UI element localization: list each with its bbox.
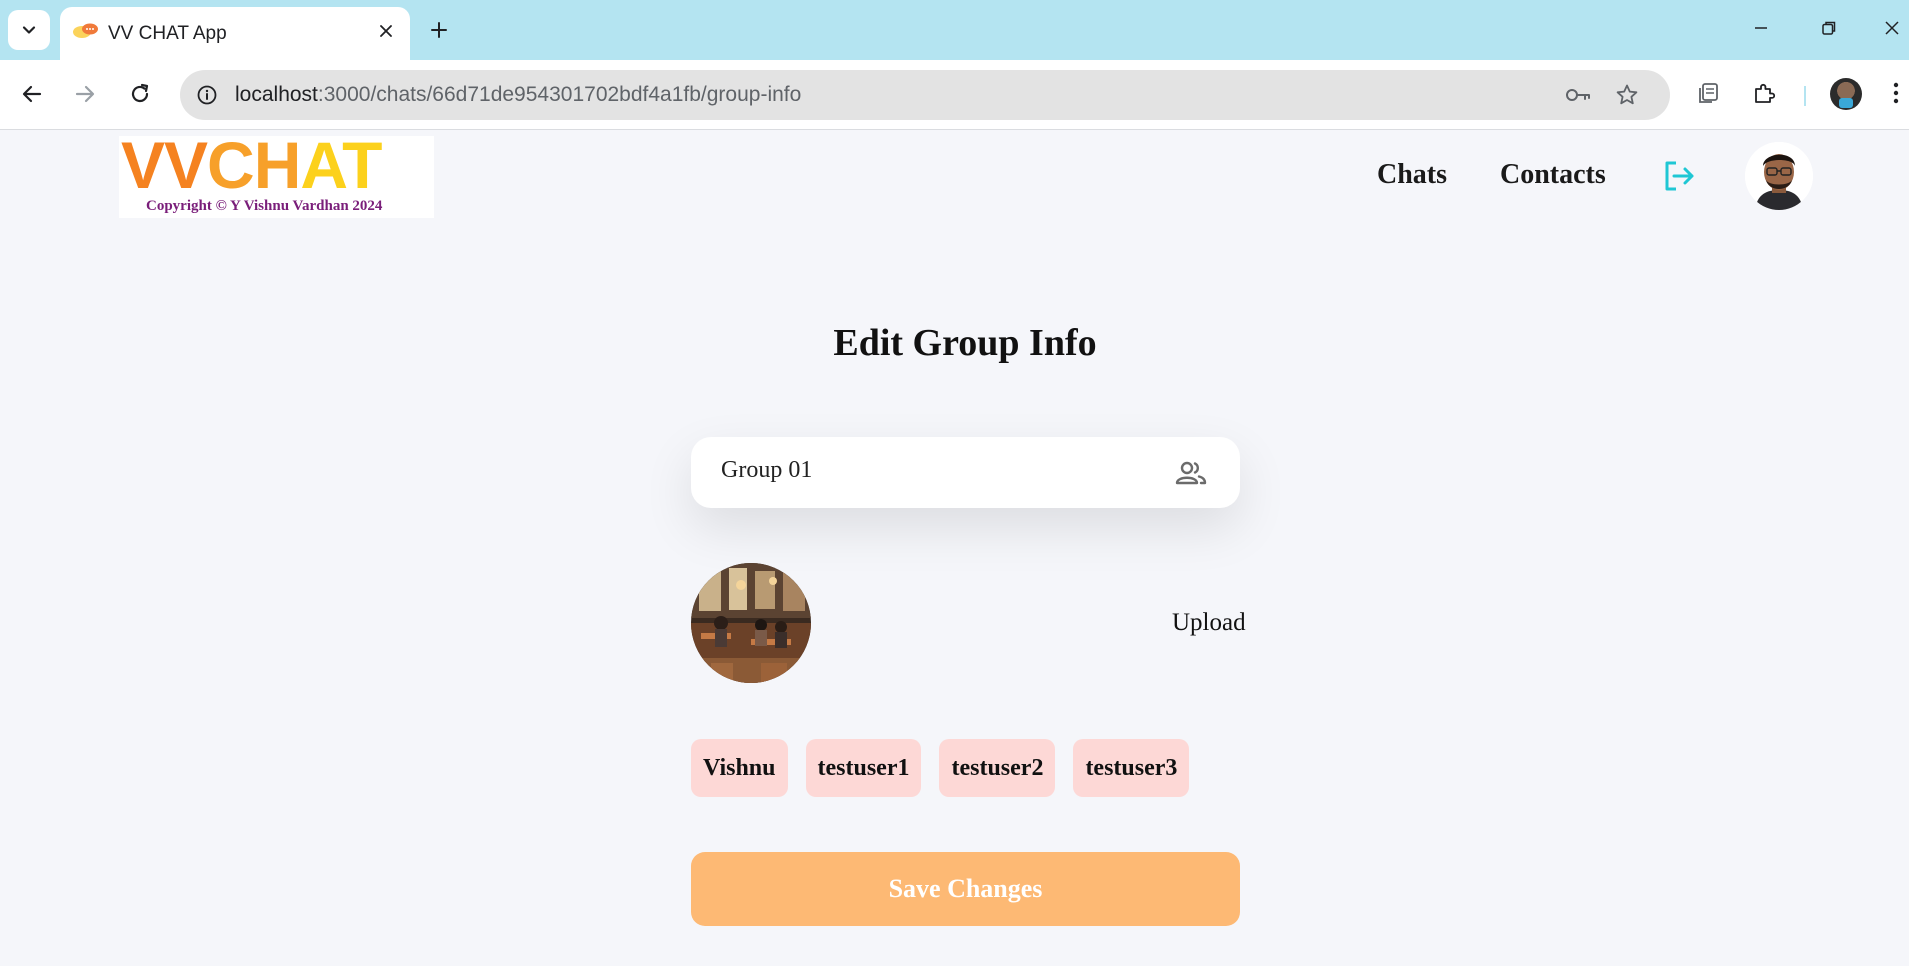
bookmark-button[interactable] xyxy=(1612,80,1642,110)
site-info-button[interactable] xyxy=(192,80,222,110)
member-chip[interactable]: Vishnu xyxy=(691,739,788,797)
browser-toolbar: localhost:3000/chats/66d71de954301702bdf… xyxy=(0,60,1909,130)
reload-icon xyxy=(131,83,149,103)
tab-search-button[interactable] xyxy=(8,10,50,50)
user-avatar[interactable] xyxy=(1745,142,1813,210)
logo-wordmark: VVCHAT xyxy=(121,128,382,202)
key-icon xyxy=(1566,89,1590,101)
logo-copyright: Copyright © Y Vishnu Vardhan 2024 xyxy=(146,198,383,214)
tab-close-button[interactable] xyxy=(372,17,400,45)
page-title: Edit Group Info xyxy=(833,322,1097,364)
browser-tab-strip: VV CHAT App xyxy=(0,0,1909,60)
toolbar-divider xyxy=(1804,86,1806,106)
url-path: :3000/chats/66d71de954301702bdf4a1fb/gro… xyxy=(317,83,802,106)
member-chip[interactable]: testuser2 xyxy=(939,739,1056,797)
close-window-icon xyxy=(1884,21,1899,35)
star-icon xyxy=(1616,84,1638,105)
browser-menu-button[interactable] xyxy=(1883,75,1909,111)
cafe-photo-icon xyxy=(691,563,811,683)
group-people-icon xyxy=(1175,461,1207,485)
upload-button[interactable]: Upload xyxy=(1172,609,1246,637)
chevron-down-icon xyxy=(22,26,36,34)
group-name-input[interactable] xyxy=(721,457,1141,484)
restore-icon xyxy=(1822,21,1836,35)
restore-button[interactable] xyxy=(1806,8,1852,48)
group-photo xyxy=(691,563,811,683)
close-icon xyxy=(380,25,392,37)
group-members-list: Vishnu testuser1 testuser2 testuser3 xyxy=(691,739,1190,797)
extensions-button[interactable] xyxy=(1746,75,1782,111)
reading-list-button[interactable] xyxy=(1690,75,1726,111)
password-key-button[interactable] xyxy=(1563,80,1593,110)
vvchat-logo[interactable]: VVCHAT Copyright © Y Vishnu Vardhan 2024 xyxy=(119,132,434,218)
browser-tab[interactable]: VV CHAT App xyxy=(60,7,410,60)
chat-bubbles-favicon-icon xyxy=(73,23,98,38)
browser-profile-avatar[interactable] xyxy=(1830,78,1862,110)
nav-contacts-link[interactable]: Contacts xyxy=(1500,159,1606,191)
save-changes-button[interactable]: Save Changes xyxy=(691,852,1240,926)
group-name-card xyxy=(691,437,1240,508)
nav-chats-link[interactable]: Chats xyxy=(1377,159,1447,191)
arrow-right-icon xyxy=(75,85,95,103)
puzzle-icon xyxy=(1755,83,1776,103)
user-photo-icon xyxy=(1745,142,1813,210)
tab-title: VV CHAT App xyxy=(108,23,227,44)
arrow-left-icon xyxy=(22,85,42,103)
back-button[interactable] xyxy=(12,74,52,114)
app-page: VVCHAT Copyright © Y Vishnu Vardhan 2024… xyxy=(0,131,1909,966)
reload-button[interactable] xyxy=(120,74,160,114)
new-tab-button[interactable] xyxy=(422,13,456,47)
minimize-icon xyxy=(1755,27,1767,29)
address-bar[interactable]: localhost:3000/chats/66d71de954301702bdf… xyxy=(180,70,1670,120)
minimize-button[interactable] xyxy=(1738,8,1784,48)
info-icon xyxy=(197,85,217,105)
forward-button[interactable] xyxy=(65,74,105,114)
url-host: localhost xyxy=(235,83,318,106)
plus-icon xyxy=(431,22,447,38)
member-chip[interactable]: testuser1 xyxy=(805,739,922,797)
close-window-button[interactable] xyxy=(1874,8,1909,48)
more-vertical-icon xyxy=(1893,82,1899,104)
tab-groups-icon xyxy=(1699,83,1718,103)
logout-icon[interactable] xyxy=(1662,159,1696,193)
url-text: localhost:3000/chats/66d71de954301702bdf… xyxy=(235,83,801,107)
member-chip[interactable]: testuser3 xyxy=(1073,739,1190,797)
